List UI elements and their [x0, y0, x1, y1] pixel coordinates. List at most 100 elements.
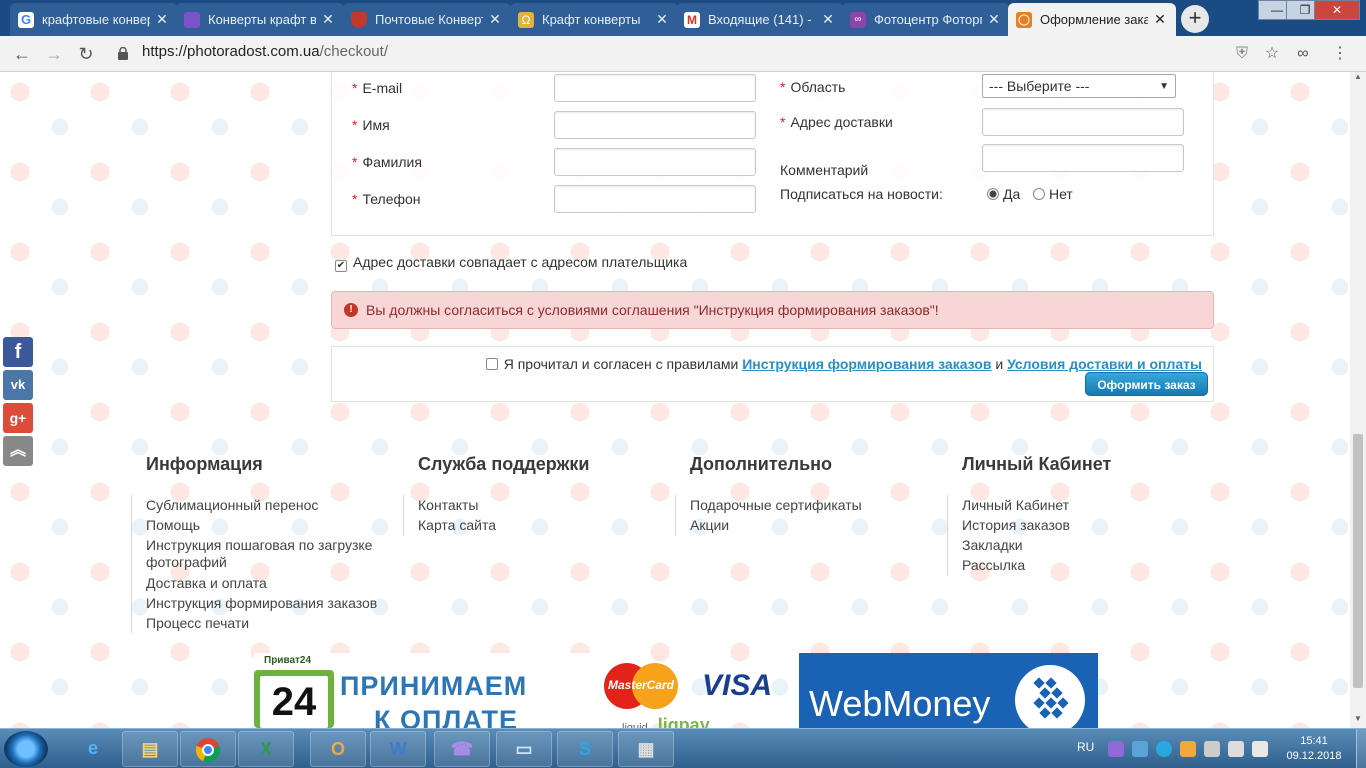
tab-label: Крафт конверты [542, 12, 641, 27]
name-field[interactable] [554, 111, 756, 139]
same-address-option[interactable]: ✔ Адрес доставки совпадает с адресом плат… [335, 254, 687, 272]
close-window-button[interactable]: ✕ [1314, 0, 1360, 20]
footer-link[interactable]: Помощь [146, 515, 406, 535]
alert-icon: ! [344, 303, 358, 317]
tab-7-active[interactable]: Оформление заказ ✕ [1008, 3, 1176, 36]
address-bar[interactable]: https://photoradost.com.ua/checkout/ [142, 43, 388, 60]
extension-icon[interactable]: ∞ [1293, 44, 1313, 64]
back-arrow-icon[interactable]: ← [10, 42, 34, 66]
footer-link[interactable]: Доставка и оплата [146, 573, 406, 593]
footer-link[interactable]: Карта сайта [418, 515, 678, 535]
gmail-icon: M [684, 11, 700, 28]
footer-link[interactable]: Личный Кабинет [962, 495, 1222, 515]
new-tab-button[interactable]: + [1181, 5, 1209, 33]
bookmark-star-icon[interactable]: ☆ [1262, 44, 1282, 64]
url-path: /checkout/ [319, 43, 388, 60]
footer-link[interactable]: Сублимационный перенос [146, 495, 406, 515]
scrollbar-thumb[interactable] [1353, 434, 1363, 688]
google-plus-icon[interactable]: g+ [3, 403, 33, 433]
tab-3[interactable]: Почтовые Конверт ✕ [343, 3, 511, 36]
footer-link[interactable]: Процесс печати [146, 613, 406, 633]
close-tab-icon[interactable]: ✕ [154, 11, 170, 28]
agree-checkbox[interactable] [485, 358, 498, 370]
vk-icon[interactable]: vk [3, 370, 33, 400]
footer-link[interactable]: История заказов [962, 515, 1222, 535]
tab-label: Фотоцентр Фоторг [874, 12, 982, 27]
radio-no[interactable] [1033, 188, 1045, 200]
privat24-banner: Приват24 24 ПРИНИМАЕМ К ОПЛАТЕ [254, 653, 596, 728]
footer-link[interactable]: Инструкция формирования заказов [146, 593, 406, 613]
surname-field[interactable] [554, 148, 756, 176]
footer-extra-title: Дополнительно [690, 454, 833, 474]
tab-5[interactable]: M Входящие (141) - ✕ [676, 3, 844, 36]
explorer-icon[interactable]: ▤ [122, 731, 178, 767]
language-indicator[interactable]: RU [1077, 740, 1094, 754]
menu-icon[interactable]: ⋮ [1330, 44, 1350, 64]
network-tray-icon[interactable] [1204, 741, 1220, 757]
word-icon[interactable]: W [370, 731, 426, 767]
outlook-icon[interactable]: O [310, 731, 366, 767]
outlook-tray-icon[interactable] [1180, 741, 1196, 757]
skype-tray-icon[interactable] [1156, 741, 1172, 757]
close-tab-icon[interactable]: ✕ [820, 11, 836, 28]
place-order-button[interactable]: Оформить заказ [1085, 372, 1208, 396]
address-field[interactable] [982, 108, 1184, 136]
subscribe-yes-option[interactable]: Да [987, 186, 1020, 202]
show-desktop-button[interactable] [1356, 729, 1366, 768]
footer-account-column: Личный Кабинет Личный Кабинет История за… [947, 454, 1222, 575]
comment-label: Комментарий [780, 162, 869, 178]
internet-explorer-icon[interactable]: e [65, 731, 121, 767]
chrome-icon[interactable] [180, 731, 236, 767]
radio-yes[interactable] [987, 188, 999, 200]
lock-icon[interactable] [118, 47, 128, 60]
scroll-top-icon[interactable]: ︽ [3, 436, 33, 466]
excel-icon[interactable]: X [238, 731, 294, 767]
skype-icon[interactable]: S [557, 731, 613, 767]
tray-app-icon[interactable] [1132, 741, 1148, 757]
volume-icon[interactable] [1252, 741, 1268, 757]
tab-6[interactable]: ∞ Фотоцентр Фоторг ✕ [842, 3, 1010, 36]
viber-icon[interactable]: ☎ [434, 731, 490, 767]
privat24-logo: Приват24 [264, 655, 312, 666]
action-center-icon[interactable] [1228, 741, 1244, 757]
alert-text: Вы должны согласиться с условиями соглаш… [366, 302, 939, 318]
same-address-checkbox[interactable]: ✔ [335, 260, 347, 272]
scroll-down-arrow-icon[interactable]: ▼ [1350, 714, 1366, 728]
scroll-up-arrow-icon[interactable]: ▲ [1350, 72, 1366, 86]
footer-link[interactable]: Инструкция пошаговая по загрузке фотогра… [146, 535, 406, 573]
footer-link[interactable]: Контакты [418, 495, 678, 515]
page-scrollbar[interactable]: ▲ ▼ [1350, 72, 1366, 728]
tab-1[interactable]: G крафтовые конверты ✕ [10, 3, 178, 36]
email-field[interactable] [554, 74, 756, 102]
footer-link[interactable]: Рассылка [962, 555, 1222, 575]
footer-link[interactable]: Подарочные сертификаты [690, 495, 950, 515]
instruction-link[interactable]: Инструкция формирования заказов [742, 356, 991, 372]
shield-blocked-icon[interactable]: ⛨ [1232, 44, 1252, 64]
region-select[interactable]: --- Выберите --- ▼ [982, 74, 1176, 98]
footer-link[interactable]: Закладки [962, 535, 1222, 555]
close-tab-icon[interactable]: ✕ [487, 11, 503, 28]
viber-tray-icon[interactable] [1108, 741, 1124, 757]
tab-2[interactable]: Конверты крафт в ✕ [176, 3, 344, 36]
start-button[interactable] [4, 731, 48, 767]
close-tab-icon[interactable]: ✕ [986, 11, 1002, 28]
comment-textarea[interactable] [982, 144, 1184, 172]
close-tab-icon[interactable]: ✕ [1152, 11, 1168, 28]
phone-field[interactable] [554, 185, 756, 213]
privat24-24-logo: 24 [254, 670, 334, 728]
system-clock[interactable]: 15:41 09.12.2018 [1286, 734, 1342, 764]
close-tab-icon[interactable]: ✕ [654, 11, 670, 28]
same-address-label: Адрес доставки совпадает с адресом плате… [353, 254, 688, 270]
delivery-terms-link[interactable]: Условия доставки и оплаты [1007, 356, 1202, 372]
footer-link[interactable]: Акции [690, 515, 950, 535]
calculator-icon[interactable]: ▦ [618, 731, 674, 767]
forward-arrow-icon[interactable]: → [42, 42, 66, 66]
close-tab-icon[interactable]: ✕ [320, 11, 336, 28]
facebook-icon[interactable]: f [3, 337, 33, 367]
subscribe-no-option[interactable]: Нет [1033, 186, 1073, 202]
reload-icon[interactable]: ↻ [74, 42, 98, 66]
network-icon[interactable]: ▭ [496, 731, 552, 767]
tab-label: Входящие (141) - [708, 12, 812, 27]
error-alert: ! Вы должны согласиться с условиями согл… [331, 291, 1214, 329]
tab-4[interactable]: Ω Крафт конверты ✕ [510, 3, 678, 36]
